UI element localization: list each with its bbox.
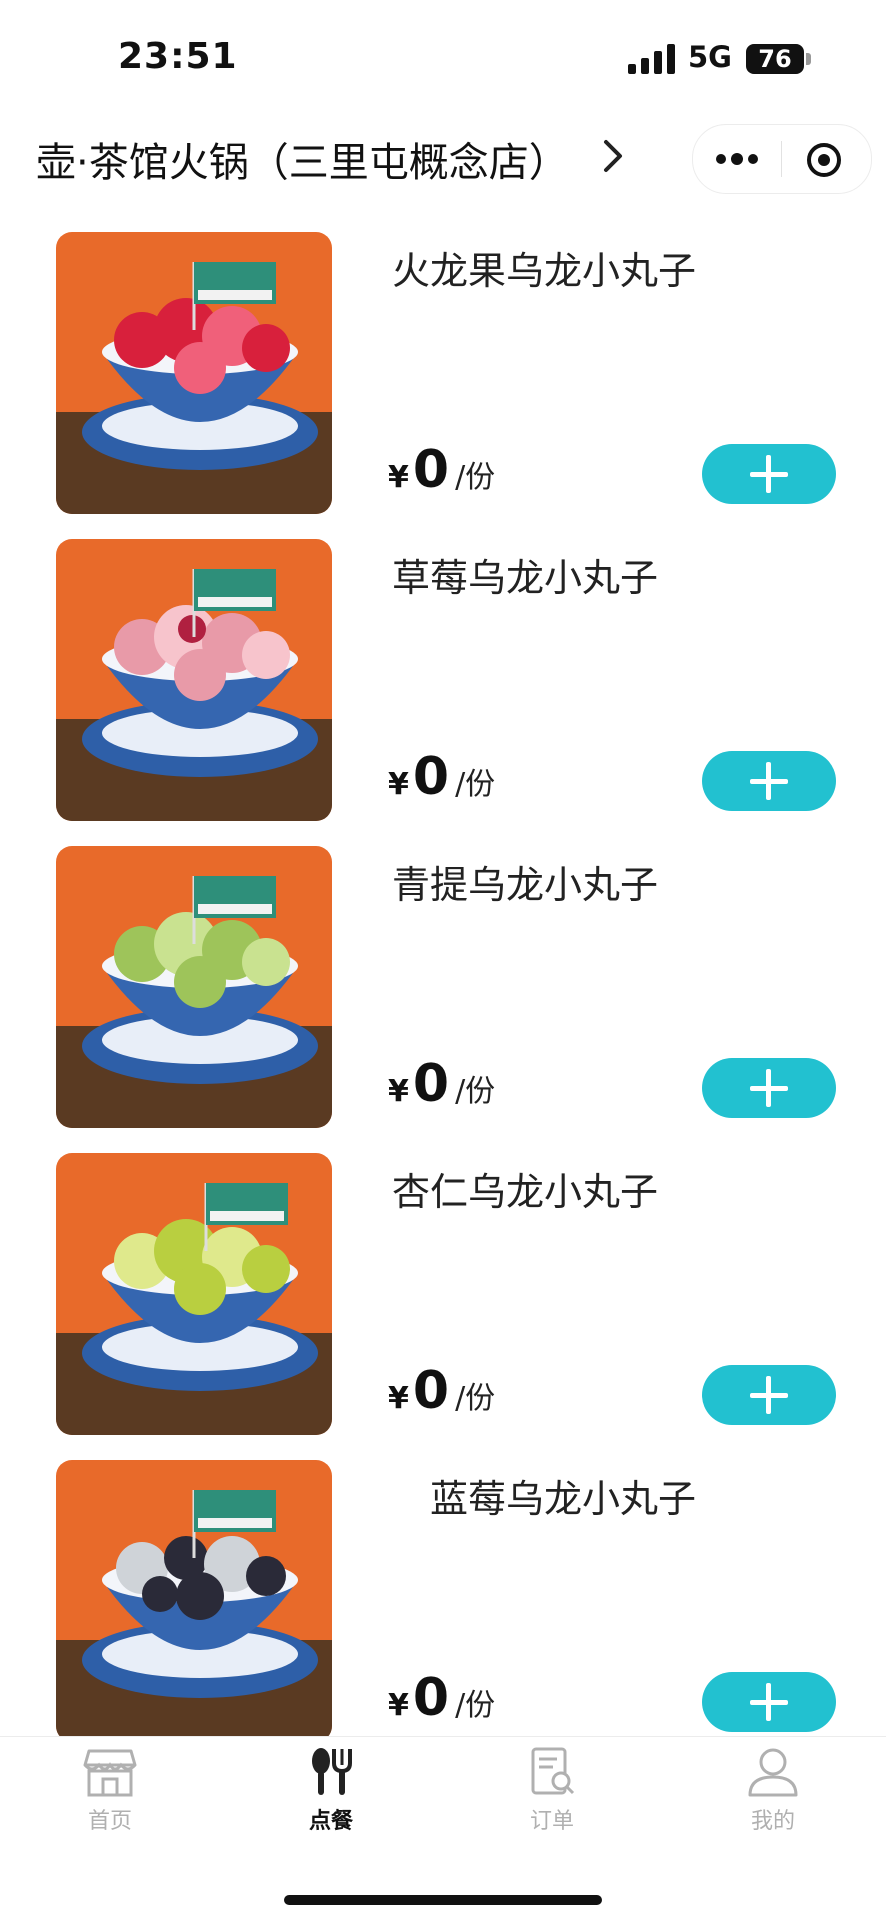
item-price: ¥0/份 — [388, 1054, 495, 1114]
status-time: 23:51 — [118, 36, 238, 77]
ball-dark — [174, 649, 226, 701]
dessert-photo — [56, 232, 332, 514]
price-unit: /份 — [455, 767, 496, 802]
price-value: 0 — [412, 747, 450, 807]
dessert-photo — [56, 1460, 332, 1742]
ball-dark — [242, 324, 290, 372]
dessert-photo — [56, 846, 332, 1128]
tab-label: 我的 — [750, 1809, 795, 1834]
price-unit: /份 — [455, 1688, 496, 1723]
ball-light — [242, 938, 290, 986]
tab-order-food[interactable]: 点餐 — [251, 1747, 411, 1857]
dessert-photo — [56, 539, 332, 821]
nav-bar: 壶·茶馆火锅（三里屯概念店） — [0, 110, 886, 210]
item-price: ¥0/份 — [388, 440, 495, 500]
menu-item: 草莓乌龙小丸子 ¥0/份 — [0, 539, 886, 829]
store-title[interactable]: 壶·茶馆火锅（三里屯概念店） — [36, 130, 569, 188]
tab-home[interactable]: 首页 — [30, 1747, 190, 1857]
price-value: 0 — [412, 1668, 450, 1728]
menu-item: 杏仁乌龙小丸子 ¥0/份 — [0, 1153, 886, 1443]
item-name: 火龙果乌龙小丸子 — [392, 249, 697, 293]
item-name: 杏仁乌龙小丸子 — [392, 1170, 659, 1214]
bottom-tab-bar: 首页 点餐 订单 我的 — [0, 1736, 886, 1921]
currency-symbol: ¥ — [388, 460, 409, 495]
tab-profile[interactable]: 我的 — [693, 1747, 853, 1857]
close-target-icon[interactable] — [805, 141, 843, 179]
add-to-cart-button[interactable] — [702, 444, 836, 504]
menu-item: 蓝莓乌龙小丸子 ¥0/份 — [0, 1460, 886, 1750]
tab-label: 首页 — [87, 1809, 132, 1834]
ball-dark — [176, 1572, 224, 1620]
item-price: ¥0/份 — [388, 1668, 495, 1728]
add-to-cart-button[interactable] — [702, 1672, 836, 1732]
ball-dark — [142, 1576, 178, 1612]
network-type: 5G — [688, 40, 732, 74]
ball-dark — [246, 1556, 286, 1596]
battery-tip — [806, 53, 811, 65]
menu-item: 火龙果乌龙小丸子 ¥0/份 — [0, 232, 886, 522]
item-price: ¥0/份 — [388, 747, 495, 807]
ball-dark — [174, 1263, 226, 1315]
signal-icon — [628, 44, 675, 74]
item-name: 草莓乌龙小丸子 — [392, 556, 659, 600]
currency-symbol: ¥ — [388, 1381, 409, 1416]
item-name: 蓝莓乌龙小丸子 — [430, 1477, 697, 1521]
capsule-divider — [781, 141, 782, 177]
utensils-icon — [312, 1748, 352, 1795]
mini-program-capsule — [692, 124, 872, 194]
storefront-icon — [83, 1749, 137, 1797]
currency-symbol: ¥ — [388, 1688, 409, 1723]
add-to-cart-button[interactable] — [702, 1365, 836, 1425]
ball-dark — [242, 1245, 290, 1293]
tab-label: 点餐 — [308, 1809, 353, 1834]
dessert-photo — [56, 1153, 332, 1435]
price-unit: /份 — [455, 1074, 496, 1109]
price-value: 0 — [412, 440, 450, 500]
item-price: ¥0/份 — [388, 1361, 495, 1421]
order-search-icon — [531, 1747, 575, 1795]
price-value: 0 — [412, 1054, 450, 1114]
add-to-cart-button[interactable] — [702, 751, 836, 811]
tab-label: 订单 — [529, 1809, 574, 1834]
currency-symbol: ¥ — [388, 767, 409, 802]
battery-icon: 76 — [746, 44, 804, 74]
menu-item: 青提乌龙小丸子 ¥0/份 — [0, 846, 886, 1136]
more-icon[interactable] — [715, 145, 759, 173]
price-unit: /份 — [455, 1381, 496, 1416]
home-indicator — [284, 1895, 602, 1905]
chevron-right-icon[interactable] — [600, 136, 628, 176]
currency-symbol: ¥ — [388, 1074, 409, 1109]
ball-light — [242, 631, 290, 679]
price-value: 0 — [412, 1361, 450, 1421]
ball-dark — [174, 956, 226, 1008]
ball-light — [174, 342, 226, 394]
item-name: 青提乌龙小丸子 — [392, 863, 659, 907]
add-to-cart-button[interactable] — [702, 1058, 836, 1118]
tab-orders[interactable]: 订单 — [472, 1747, 632, 1857]
status-bar: 23:51 5G 76 — [0, 0, 886, 110]
price-unit: /份 — [455, 460, 496, 495]
person-icon — [748, 1748, 798, 1797]
